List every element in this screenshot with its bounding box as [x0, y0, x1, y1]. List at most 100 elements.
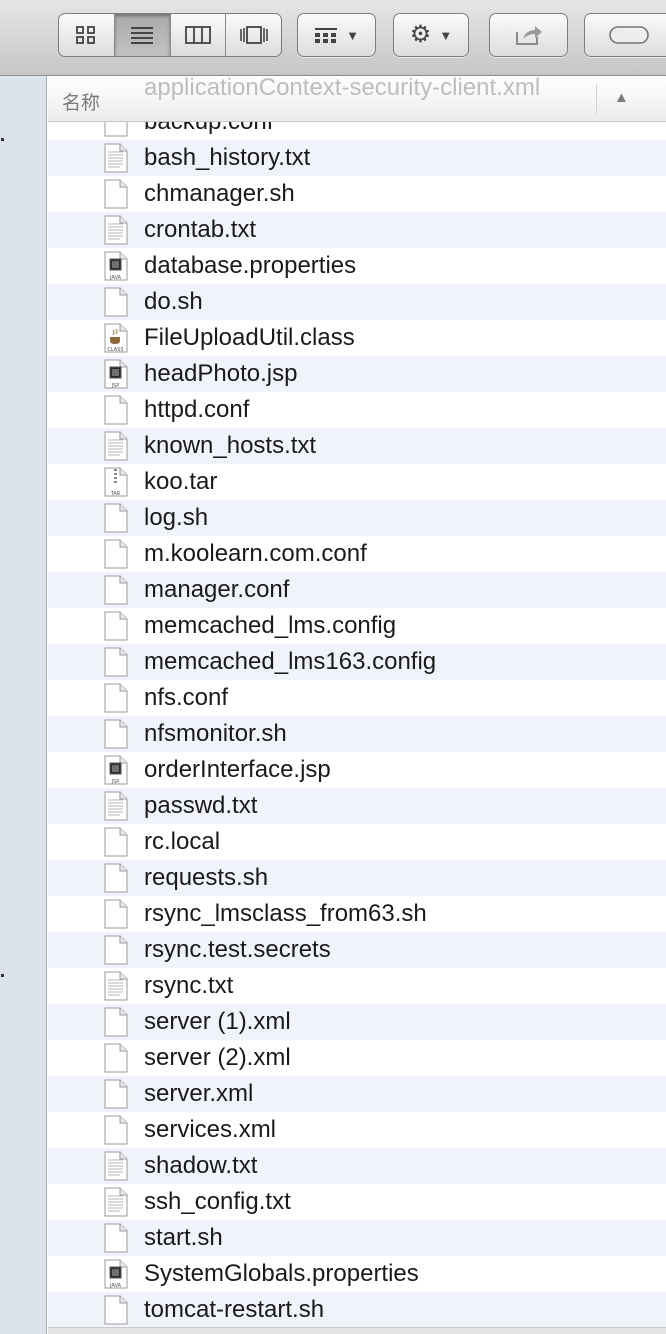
file-name: log.sh — [144, 504, 209, 531]
file-name: headPhoto.jsp — [144, 360, 298, 387]
action-button[interactable]: ⚙ ▼ — [393, 13, 469, 57]
doc-file-icon — [104, 863, 128, 893]
file-name: memcached_lms163.config — [144, 648, 437, 675]
file-name: SystemGlobals.properties — [144, 1260, 419, 1287]
doc-file-icon — [104, 503, 128, 533]
list-view-button[interactable] — [114, 14, 171, 56]
file-name: do.sh — [144, 288, 203, 315]
file-row[interactable]: memcached_lms.config — [48, 608, 666, 644]
file-row[interactable]: shadow.txt — [48, 1148, 666, 1184]
file-row[interactable]: rc.local — [48, 824, 666, 860]
doc-file-icon — [104, 575, 128, 605]
file-row[interactable]: JSP headPhoto.jsp — [48, 356, 666, 392]
icon-view-icon — [76, 26, 96, 44]
file-row[interactable]: memcached_lms163.config — [48, 644, 666, 680]
file-name: shadow.txt — [144, 1152, 258, 1179]
doc-file-icon — [104, 1079, 128, 1109]
sidebar — [0, 76, 47, 1334]
file-row[interactable]: services.xml — [48, 1112, 666, 1148]
gear-icon: ⚙ — [409, 21, 432, 48]
sidebar-marker — [1, 138, 4, 141]
file-row[interactable]: TAR koo.tar — [48, 464, 666, 500]
file-row[interactable]: nfs.conf — [48, 680, 666, 716]
svg-text:TAR: TAR — [110, 491, 121, 497]
file-name: chmanager.sh — [144, 180, 295, 207]
file-row[interactable]: known_hosts.txt — [48, 428, 666, 464]
file-row[interactable]: rsync.txt — [48, 968, 666, 1004]
tar-file-icon: TAR — [104, 467, 128, 497]
svg-text:JSP: JSP — [111, 779, 120, 785]
file-name: tomcat-restart.sh — [144, 1296, 325, 1323]
file-row[interactable]: CLASS FileUploadUtil.class — [48, 320, 666, 356]
file-row[interactable]: manager.conf — [48, 572, 666, 608]
file-row[interactable]: requests.sh — [48, 860, 666, 896]
doc-file-icon — [104, 611, 128, 641]
column-view-icon — [184, 26, 211, 44]
file-row[interactable]: crontab.txt — [48, 212, 666, 248]
file-row[interactable]: server.xml — [48, 1076, 666, 1112]
file-row[interactable]: JAVA database.properties — [48, 248, 666, 284]
doc-file-icon — [104, 827, 128, 857]
file-row[interactable]: nfsmonitor.sh — [48, 716, 666, 752]
file-name: server (2).xml — [144, 1044, 291, 1071]
list-bottom-edge — [48, 1327, 666, 1334]
file-row[interactable]: httpd.conf — [48, 392, 666, 428]
file-name: rsync_lmsclass_from63.sh — [144, 900, 427, 927]
txt-file-icon — [104, 1187, 128, 1217]
file-row[interactable]: start.sh — [48, 1220, 666, 1256]
file-list: applicationContext-security-client.xml 名… — [48, 76, 666, 1334]
list-view-icon — [131, 27, 154, 44]
column-header: applicationContext-security-client.xml 名… — [48, 76, 666, 122]
file-name: ssh_config.txt — [144, 1188, 291, 1215]
cover-flow-icon — [239, 26, 268, 44]
file-row[interactable]: ssh_config.txt — [48, 1184, 666, 1220]
toolbar-toggle-button[interactable] — [584, 13, 666, 57]
file-name: m.koolearn.com.conf — [144, 540, 367, 567]
class-file-icon: CLASS — [104, 323, 128, 353]
file-name: nfsmonitor.sh — [144, 720, 287, 747]
java-file-icon: JAVA — [104, 251, 128, 281]
file-row[interactable]: log.sh — [48, 500, 666, 536]
file-name: passwd.txt — [144, 792, 258, 819]
icon-view-button[interactable] — [59, 14, 115, 56]
txt-file-icon — [104, 143, 128, 173]
doc-file-icon — [104, 899, 128, 929]
file-row[interactable]: JAVA SystemGlobals.properties — [48, 1256, 666, 1292]
file-name: manager.conf — [144, 576, 290, 603]
doc-file-icon — [104, 1115, 128, 1145]
file-row[interactable]: do.sh — [48, 284, 666, 320]
file-row[interactable]: server (2).xml — [48, 1040, 666, 1076]
file-name: requests.sh — [144, 864, 269, 891]
java-file-icon: JAVA — [104, 1259, 128, 1289]
cover-flow-view-button[interactable] — [226, 14, 281, 56]
file-name: server (1).xml — [144, 1008, 291, 1035]
file-rows: backup.confbash_history.txtchmanager.shc… — [48, 104, 666, 1328]
file-row[interactable]: m.koolearn.com.conf — [48, 536, 666, 572]
file-name: rsync.test.secrets — [144, 936, 331, 963]
txt-file-icon — [104, 215, 128, 245]
file-name: start.sh — [144, 1224, 223, 1251]
toolbar-toggle-icon — [609, 26, 649, 44]
file-name: nfs.conf — [144, 684, 229, 711]
sort-ascending-icon[interactable]: ▲ — [614, 89, 629, 106]
file-row[interactable]: JSP orderInterface.jsp — [48, 752, 666, 788]
file-row[interactable]: bash_history.txt — [48, 140, 666, 176]
share-button[interactable] — [489, 13, 568, 57]
txt-file-icon — [104, 971, 128, 1001]
file-row[interactable]: rsync.test.secrets — [48, 932, 666, 968]
column-view-button[interactable] — [171, 14, 227, 56]
arrange-button[interactable]: ▼ — [297, 13, 376, 57]
name-column-header[interactable]: 名称 — [62, 88, 100, 115]
file-name: rc.local — [144, 828, 221, 855]
file-row[interactable]: chmanager.sh — [48, 176, 666, 212]
arrange-icon — [315, 28, 338, 43]
file-row[interactable]: passwd.txt — [48, 788, 666, 824]
sidebar-marker — [1, 974, 4, 977]
svg-text:JAVA: JAVA — [109, 1283, 122, 1289]
jsp-file-icon: JSP — [104, 755, 128, 785]
chevron-down-icon: ▼ — [439, 27, 453, 43]
file-row[interactable]: tomcat-restart.sh — [48, 1292, 666, 1328]
file-row[interactable]: server (1).xml — [48, 1004, 666, 1040]
file-row[interactable]: rsync_lmsclass_from63.sh — [48, 896, 666, 932]
doc-file-icon — [104, 1295, 128, 1325]
